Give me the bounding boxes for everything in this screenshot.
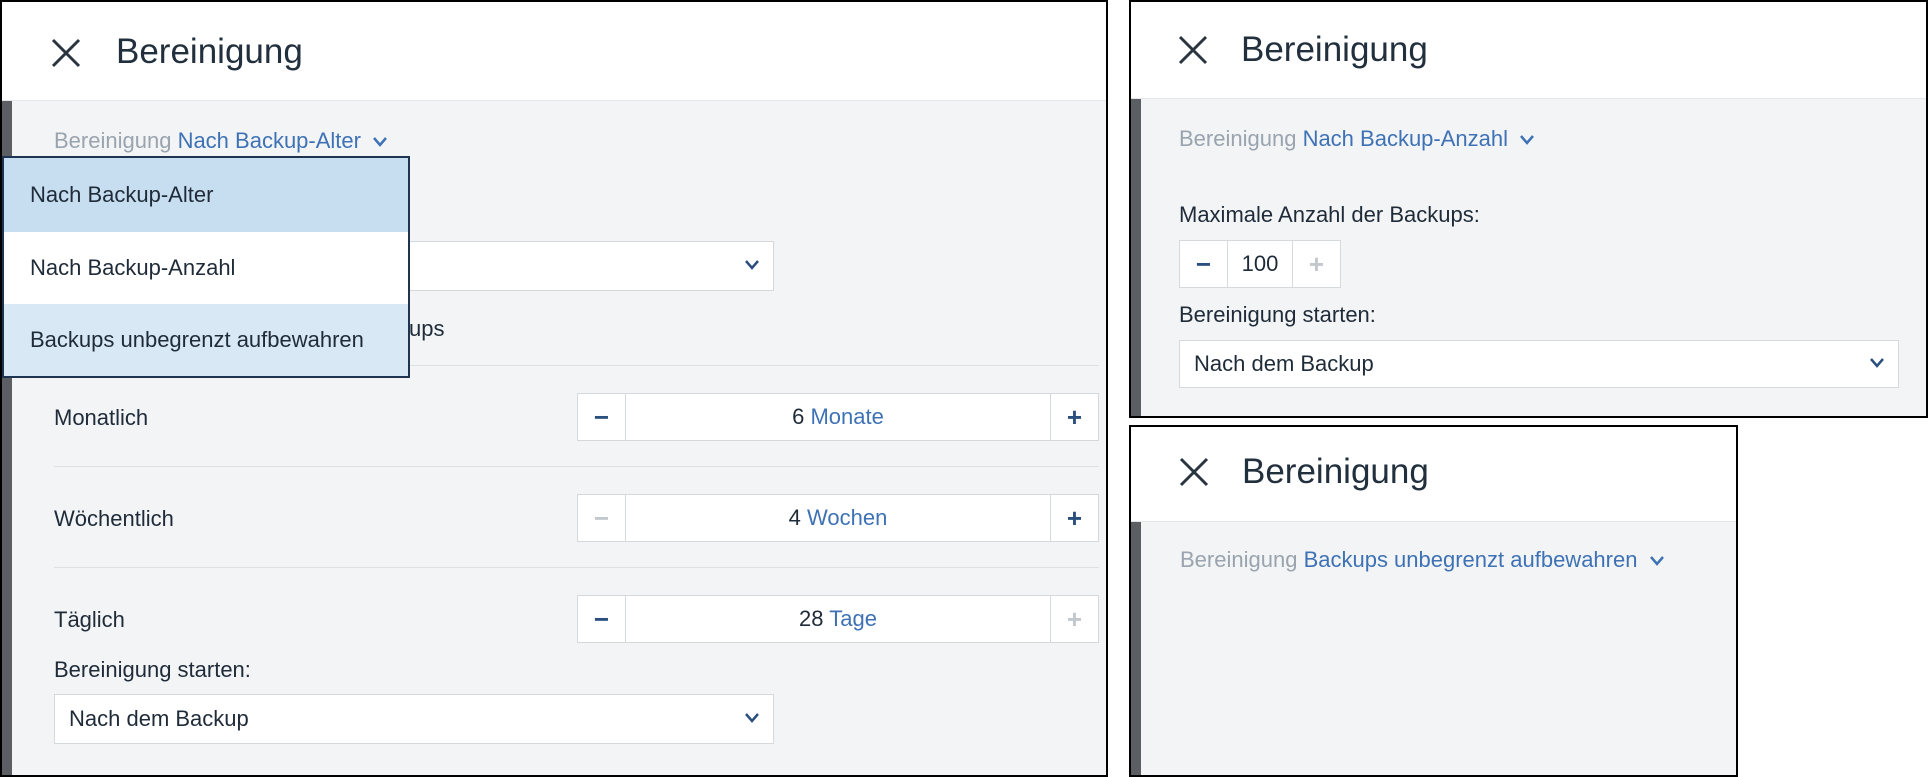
unit-selector[interactable]: Wochen <box>807 505 887 530</box>
monthly-stepper: − 6 Monate + <box>577 393 1099 441</box>
cleanup-mode-dropdown: Nach Backup-Alter Nach Backup-Anzahl Bac… <box>2 156 410 378</box>
panel-header: Bereinigung <box>2 2 1106 101</box>
decrement-button[interactable]: − <box>578 596 626 642</box>
cleanup-mode-selector[interactable]: Bereinigung Nach Backup-Anzahl <box>1179 126 1535 152</box>
chevron-down-icon[interactable] <box>1520 135 1535 146</box>
start-cleanup-value: Nach dem Backup <box>1194 351 1374 376</box>
cleanup-mode-label: Bereinigung <box>1179 126 1297 151</box>
cleanup-mode-selector[interactable]: Bereinigung Backups unbegrenzt aufbewahr… <box>1180 547 1664 573</box>
hidden-text-fragment: ups <box>409 316 445 341</box>
unit-selector[interactable]: Tage <box>829 606 877 631</box>
panel-title: Bereinigung <box>1241 30 1428 69</box>
decrement-button[interactable]: − <box>578 495 626 541</box>
panel-backup-count: Bereinigung Bereinigung Nach Backup-Anza… <box>1129 0 1928 418</box>
cleanup-mode-label: Bereinigung <box>54 128 172 153</box>
increment-button[interactable]: + <box>1050 596 1098 642</box>
start-cleanup-select[interactable]: Nach dem Backup <box>54 694 774 744</box>
row-label-weekly: Wöchentlich <box>54 506 174 531</box>
divider <box>54 567 1099 568</box>
max-backups-value[interactable]: 100 <box>1228 251 1292 277</box>
chevron-down-icon <box>745 713 759 723</box>
cleanup-mode-value[interactable]: Backups unbegrenzt aufbewahren <box>1304 547 1638 572</box>
decrement-button[interactable]: − <box>1180 241 1228 287</box>
stepper-value: 6 Monate <box>792 404 884 429</box>
panel-header: Bereinigung <box>1131 427 1736 522</box>
panel-title: Bereinigung <box>1242 452 1429 491</box>
dropdown-option-backup-age[interactable]: Nach Backup-Alter <box>4 158 408 232</box>
divider <box>54 466 1099 467</box>
chevron-down-icon[interactable] <box>1649 556 1664 567</box>
close-icon[interactable] <box>1179 457 1209 487</box>
start-cleanup-value: Nach dem Backup <box>69 706 249 731</box>
max-backups-stepper: − 100 + <box>1179 240 1341 288</box>
cleanup-mode-selector[interactable]: Bereinigung Nach Backup-Alter <box>54 128 388 154</box>
window-edge <box>2 2 12 775</box>
row-label-daily: Täglich <box>54 607 125 632</box>
close-icon[interactable] <box>1178 35 1208 65</box>
daily-stepper: − 28 Tage + <box>577 595 1099 643</box>
stepper-value: 4 Wochen <box>788 505 888 530</box>
chevron-down-icon <box>1870 358 1884 368</box>
chevron-down-icon[interactable] <box>373 137 388 148</box>
dropdown-option-backup-count[interactable]: Nach Backup-Anzahl <box>4 232 408 304</box>
cleanup-mode-label: Bereinigung <box>1180 547 1298 572</box>
cleanup-mode-value[interactable]: Nach Backup-Anzahl <box>1303 126 1508 151</box>
start-cleanup-label: Bereinigung starten: <box>1179 302 1376 327</box>
close-icon[interactable] <box>51 38 81 68</box>
increment-button[interactable]: + <box>1050 394 1098 440</box>
row-label-monthly: Monatlich <box>54 405 149 430</box>
panel-header: Bereinigung <box>1131 2 1926 99</box>
panel-backup-age: Bereinigung Bereinigung Nach Backup-Alte… <box>0 0 1108 777</box>
weekly-stepper: − 4 Wochen + <box>577 494 1099 542</box>
max-backups-label: Maximale Anzahl der Backups: <box>1179 202 1480 227</box>
start-cleanup-select[interactable]: Nach dem Backup <box>1179 340 1899 388</box>
panel-unlimited: Bereinigung Bereinigung Backups unbegren… <box>1129 425 1738 777</box>
decrement-button[interactable]: − <box>578 394 626 440</box>
panel-title: Bereinigung <box>116 32 303 71</box>
start-cleanup-label: Bereinigung starten: <box>54 657 251 682</box>
increment-button[interactable]: + <box>1050 495 1098 541</box>
chevron-down-icon <box>745 260 759 270</box>
dropdown-option-unlimited[interactable]: Backups unbegrenzt aufbewahren <box>4 304 408 376</box>
cleanup-mode-value[interactable]: Nach Backup-Alter <box>178 128 361 153</box>
increment-button[interactable]: + <box>1292 241 1340 287</box>
stepper-value: 28 Tage <box>799 606 877 631</box>
unit-selector[interactable]: Monate <box>810 404 883 429</box>
